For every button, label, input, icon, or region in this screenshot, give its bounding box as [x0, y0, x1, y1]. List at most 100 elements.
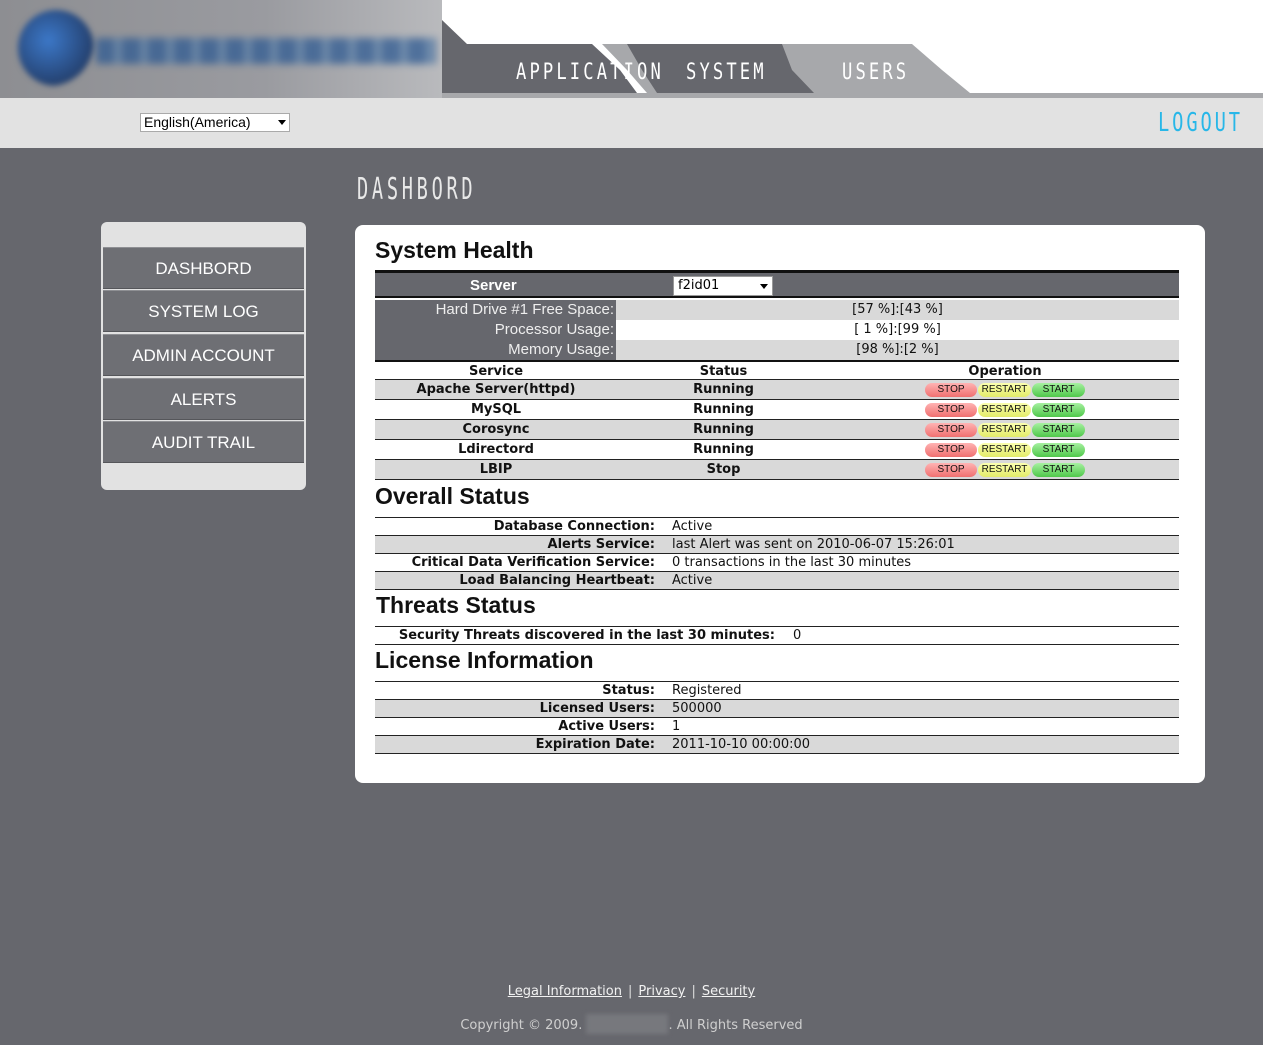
restart-button[interactable]: RESTART — [978, 443, 1031, 457]
tab-system[interactable]: SYSTEM — [686, 60, 767, 85]
status-key: Load Balancing Heartbeat: — [459, 573, 655, 588]
usage-row-memory: Memory Usage: [98 %]:[2 %] — [375, 340, 1179, 360]
service-status: Running — [693, 422, 754, 437]
license-value: 500000 — [672, 701, 722, 716]
stop-button[interactable]: STOP — [925, 403, 977, 417]
status-row-database: Database Connection: Active — [375, 518, 1179, 536]
copyright-suffix: . All Rights Reserved — [668, 1018, 803, 1033]
license-value: 2011-10-10 00:00:00 — [672, 737, 811, 752]
license-value: Registered — [672, 683, 742, 698]
tab-users[interactable]: USERS — [842, 60, 909, 85]
column-header-operation: Operation — [968, 364, 1042, 379]
service-name: MySQL — [470, 402, 522, 417]
usage-row-processor: Processor Usage: [ 1 %]:[99 %] — [375, 320, 1179, 340]
restart-button[interactable]: RESTART — [978, 403, 1031, 417]
chevron-down-icon — [760, 284, 768, 289]
sidebar-item-system-log[interactable]: SYSTEM LOG — [103, 290, 304, 332]
usage-value: [ 1 %]:[99 %] — [854, 322, 941, 337]
status-row-heartbeat: Load Balancing Heartbeat: Active — [375, 572, 1179, 590]
threats-key: Security Threats discovered in the last … — [398, 628, 775, 643]
restart-button[interactable]: RESTART — [978, 463, 1031, 477]
footer-separator: | — [627, 984, 633, 999]
license-value: 1 — [672, 719, 681, 734]
service-row-lbip: LBIP Stop STOP RESTART START — [375, 460, 1179, 480]
language-selected-value: English(America) — [144, 114, 251, 130]
license-row-active-users: Active Users: 1 — [375, 718, 1179, 736]
footer-link-security[interactable]: Security — [702, 984, 755, 999]
header: APPLICATION SYSTEM USERS — [0, 0, 1263, 98]
restart-button[interactable]: RESTART — [978, 383, 1031, 397]
server-bar: Server f2id01 — [375, 270, 1179, 298]
sidebar-item-alerts[interactable]: ALERTS — [103, 378, 304, 420]
threats-status-title: Threats Status — [376, 592, 536, 618]
stop-button[interactable]: STOP — [925, 443, 977, 457]
service-row-ldirectord: Ldirectord Running STOP RESTART START — [375, 440, 1179, 460]
service-row-apache: Apache Server(httpd) Running STOP RESTAR… — [375, 380, 1179, 400]
usage-value: [57 %]:[43 %] — [616, 300, 1179, 320]
license-row-licensed-users: Licensed Users: 500000 — [375, 700, 1179, 718]
restart-button[interactable]: RESTART — [978, 423, 1031, 437]
sidebar: DASHBORD SYSTEM LOG ADMIN ACCOUNT ALERTS… — [101, 222, 306, 490]
status-value: 0 transactions in the last 30 minutes — [672, 555, 912, 570]
service-name: Ldirectord — [458, 442, 534, 457]
status-row-alerts: Alerts Service: last Alert was sent on 2… — [375, 536, 1179, 554]
sidebar-item-dashboard[interactable]: DASHBORD — [103, 247, 304, 289]
status-value: last Alert was sent on 2010-06-07 15:26:… — [672, 537, 955, 552]
usage-label: Hard Drive #1 Free Space: — [375, 300, 616, 320]
sidebar-item-admin-account[interactable]: ADMIN ACCOUNT — [103, 334, 304, 376]
chevron-down-icon — [278, 120, 286, 125]
service-row-mysql: MySQL Running STOP RESTART START — [375, 400, 1179, 420]
service-name: LBIP — [479, 462, 513, 477]
column-header-service: Service — [468, 364, 524, 379]
copyright-prefix: Copyright © 2009. — [460, 1018, 583, 1033]
stop-button[interactable]: STOP — [925, 383, 977, 397]
footer-links: Legal Information | Privacy | Security — [0, 984, 1263, 999]
status-value: Active — [672, 519, 713, 534]
start-button[interactable]: START — [1032, 443, 1085, 457]
license-key: Licensed Users: — [539, 701, 655, 716]
license-row-status: Status: Registered — [375, 682, 1179, 700]
service-status: Running — [693, 442, 754, 457]
logo-globe-icon — [18, 10, 94, 86]
system-health-title: System Health — [375, 237, 534, 263]
logout-button[interactable]: LOGOUT — [1158, 108, 1243, 138]
status-row-critical-data: Critical Data Verification Service: 0 tr… — [375, 554, 1179, 572]
service-status: Running — [693, 402, 754, 417]
service-name: Corosync — [462, 422, 530, 437]
status-value: Active — [672, 573, 713, 588]
footer-link-privacy[interactable]: Privacy — [638, 984, 685, 999]
brand-logo[interactable] — [0, 0, 442, 98]
threats-row: Security Threats discovered in the last … — [375, 627, 1179, 645]
start-button[interactable]: START — [1032, 403, 1085, 417]
page-title: DASHBORD — [357, 172, 477, 207]
start-button[interactable]: START — [1032, 463, 1085, 477]
status-key: Database Connection: — [493, 519, 655, 534]
status-key: Critical Data Verification Service: — [411, 555, 655, 570]
start-button[interactable]: START — [1032, 423, 1085, 437]
stop-button[interactable]: STOP — [925, 423, 977, 437]
license-key: Status: — [602, 683, 655, 698]
main-panel: System Health Server f2id01 Hard Drive #… — [355, 225, 1205, 783]
tab-application[interactable]: APPLICATION — [516, 60, 664, 85]
service-status: Stop — [706, 462, 741, 477]
stop-button[interactable]: STOP — [925, 463, 977, 477]
server-selected-value: f2id01 — [678, 278, 720, 293]
language-select[interactable]: English(America) — [140, 113, 290, 132]
redacted-company-name — [586, 1014, 669, 1034]
column-header-status: Status — [699, 364, 748, 379]
start-button[interactable]: START — [1032, 383, 1085, 397]
threats-value: 0 — [793, 628, 802, 643]
services-table-header: Service Status Operation — [375, 360, 1179, 380]
usage-label: Memory Usage: — [375, 340, 616, 360]
status-key: Alerts Service: — [547, 537, 655, 552]
copyright: Copyright © 2009. . All Rights Reserved — [0, 1014, 1263, 1034]
service-row-corosync: Corosync Running STOP RESTART START — [375, 420, 1179, 440]
footer-link-legal[interactable]: Legal Information — [508, 984, 622, 999]
overall-status-title: Overall Status — [375, 483, 530, 509]
sidebar-item-audit-trail[interactable]: AUDIT TRAIL — [103, 421, 304, 463]
logo-wordmark — [96, 38, 436, 64]
footer-separator: | — [691, 984, 696, 999]
usage-label: Processor Usage: — [375, 320, 616, 340]
server-select[interactable]: f2id01 — [673, 276, 773, 296]
server-label: Server — [470, 277, 517, 294]
